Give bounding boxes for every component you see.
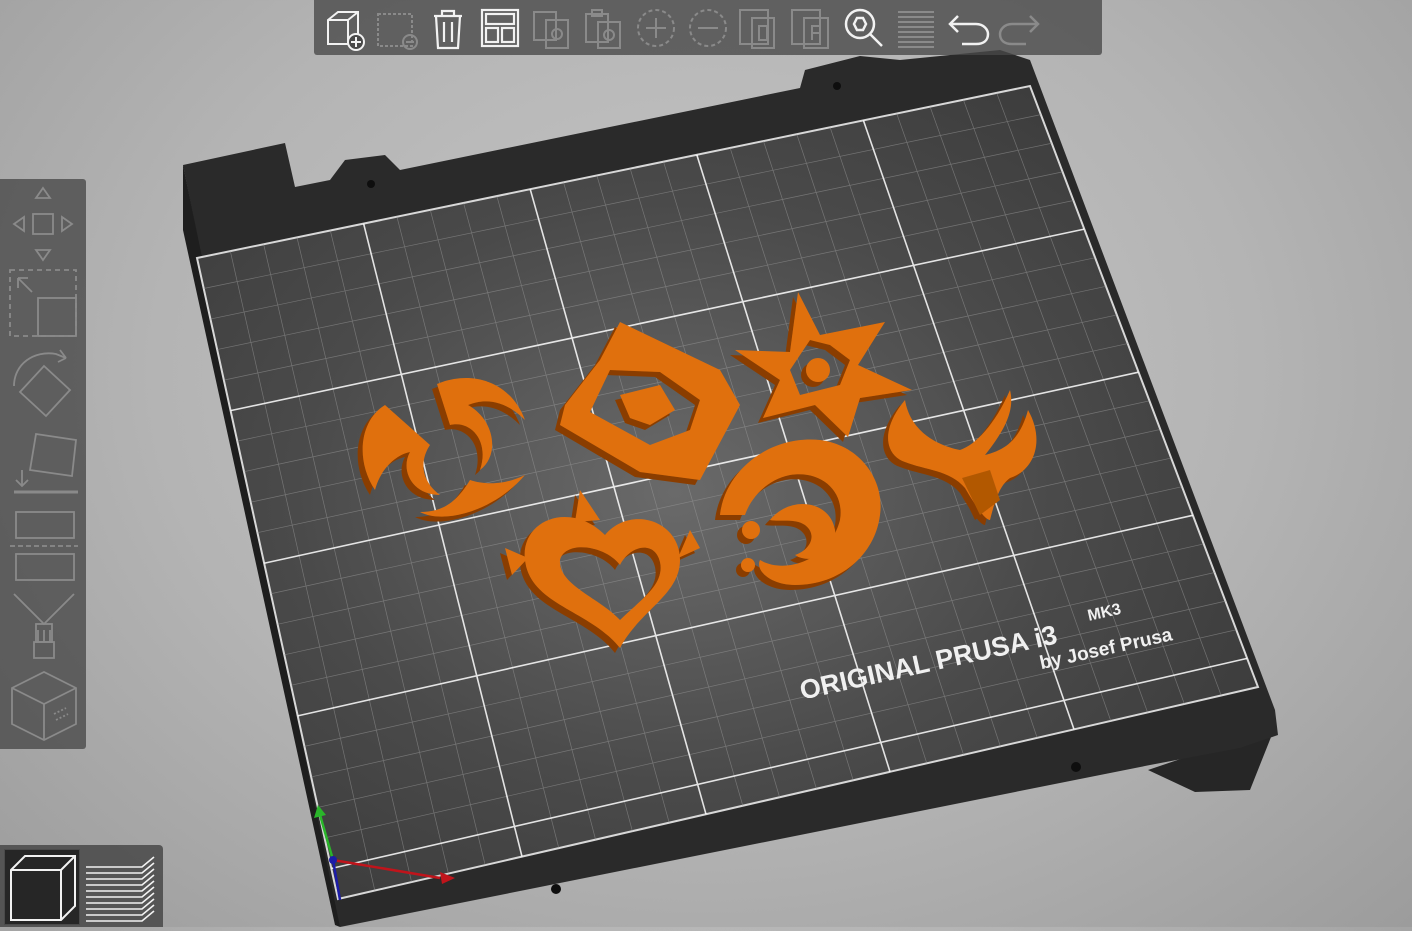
arrange-icon[interactable] [474,2,526,54]
paint-supports-icon[interactable] [4,584,82,664]
search-icon[interactable] [838,2,890,54]
place-on-face-icon[interactable] [4,424,82,504]
add-instance-icon[interactable] [630,2,682,54]
layers-editing-icon[interactable] [890,2,942,54]
left-toolbar [0,179,86,749]
3d-view-icon[interactable] [4,849,80,925]
top-toolbar [314,0,1102,55]
remove-instance-icon[interactable] [682,2,734,54]
3d-scene-canvas[interactable]: ORIGINAL PRUSA i3 MK3 by Josef Prusa [0,0,1412,927]
rotate-icon[interactable] [4,344,82,424]
scale-icon[interactable] [4,264,82,344]
split-parts-icon[interactable] [786,2,838,54]
seam-painting-icon[interactable] [4,664,82,744]
cut-icon[interactable] [4,504,82,584]
copy-icon[interactable] [526,2,578,54]
delete-all-icon[interactable] [422,2,474,54]
add-icon[interactable] [318,2,370,54]
split-objects-icon[interactable] [734,2,786,54]
delete-icon[interactable] [370,2,422,54]
undo-icon[interactable] [942,2,994,54]
preview-layers-icon[interactable] [82,849,158,925]
paste-icon[interactable] [578,2,630,54]
move-icon[interactable] [4,184,82,264]
view-switch [0,845,163,927]
redo-icon[interactable] [994,2,1046,54]
